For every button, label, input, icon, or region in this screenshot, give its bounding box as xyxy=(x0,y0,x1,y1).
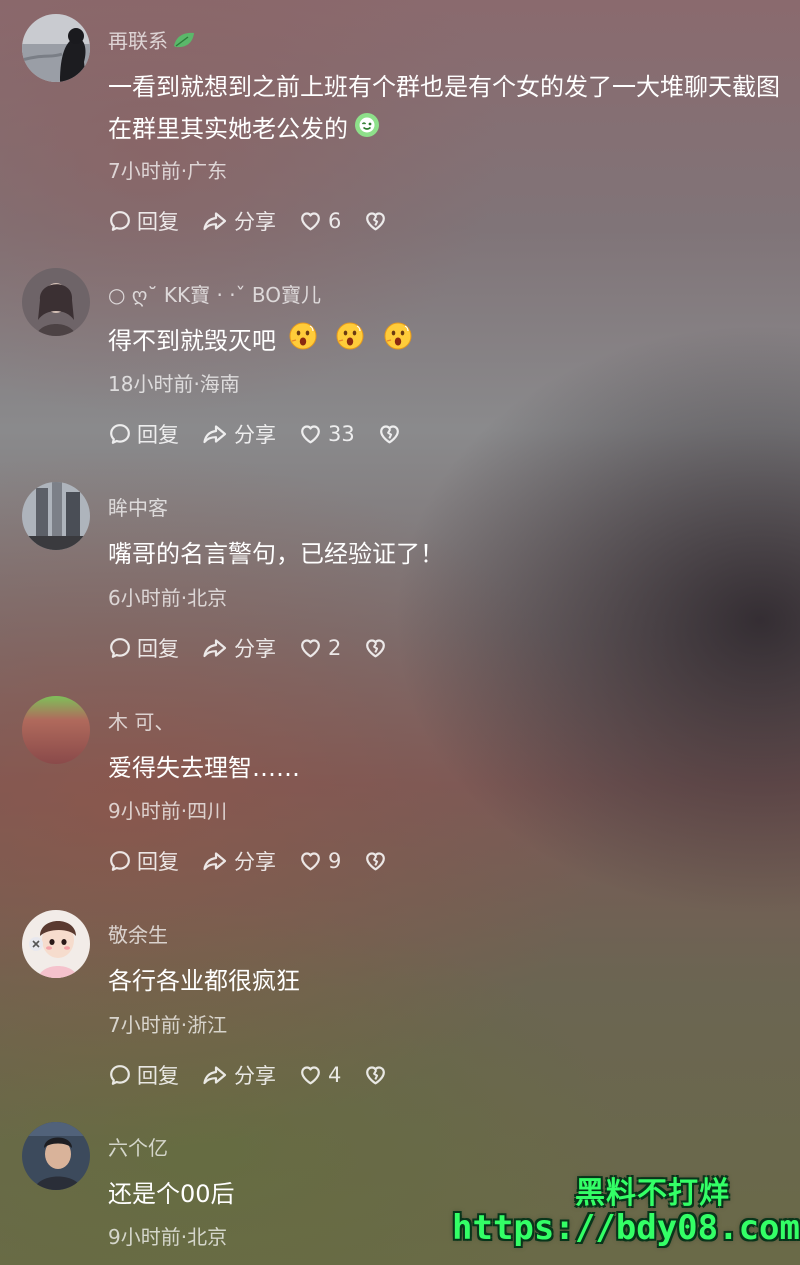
comment-bubble-icon xyxy=(108,636,132,660)
comment-meta: 6小时前·北京 xyxy=(108,586,228,610)
like-button[interactable]: 6 xyxy=(298,209,341,233)
comment-username[interactable]: 木 可、 xyxy=(108,706,174,735)
reply-button[interactable]: 回复 xyxy=(108,419,179,449)
surprised-emoji-icon xyxy=(288,321,318,364)
like-button[interactable]: 33 xyxy=(298,422,355,446)
like-count: 9 xyxy=(328,849,342,873)
share-button[interactable]: 分享 xyxy=(201,206,276,236)
surprised-emoji-icon xyxy=(335,321,365,364)
heart-icon xyxy=(298,636,323,660)
broken-heart-icon xyxy=(377,422,402,446)
like-count: 4 xyxy=(328,1063,342,1087)
comment-actions: 回复 分享 2 xyxy=(108,633,415,663)
heart-icon xyxy=(298,1063,323,1087)
comment-username[interactable]: ○ ღ˘ KK寶 · ·ˇ BO寶儿 xyxy=(108,279,321,308)
comment-meta: 9小时前·四川 xyxy=(108,799,228,823)
share-arrow-icon xyxy=(201,636,229,660)
broken-heart-icon xyxy=(363,1063,388,1087)
like-button[interactable]: 4 xyxy=(298,1063,341,1087)
share-button[interactable]: 分享 xyxy=(201,846,276,876)
avatar[interactable] xyxy=(22,482,90,550)
comment-meta: 7小时前·广东 xyxy=(108,159,228,183)
comment-bubble-icon xyxy=(108,849,132,873)
comment-actions: 回复 分享 4 xyxy=(108,1060,415,1090)
comment-text: 爱得失去理智…… xyxy=(108,754,300,782)
comment-text: 一看到就想到之前上班有个群也是有个女的发了一大堆聊天截图在群里其实她老公发的 xyxy=(108,66,788,151)
avatar[interactable] xyxy=(22,14,90,82)
comment-bubble-icon xyxy=(108,1063,132,1087)
watermark-title: 黑料不打烊 xyxy=(575,1176,730,1211)
share-arrow-icon xyxy=(201,209,229,233)
comment-username[interactable]: 眸中客 xyxy=(108,492,168,521)
like-button[interactable]: 9 xyxy=(298,849,341,873)
reply-button[interactable]: 回复 xyxy=(108,633,179,663)
share-button[interactable]: 分享 xyxy=(201,633,276,663)
surprised-emoji-icon xyxy=(383,321,413,364)
dislike-button[interactable] xyxy=(363,209,393,233)
comment-bubble-icon xyxy=(108,209,132,233)
like-count: 2 xyxy=(328,636,342,660)
like-count: 33 xyxy=(328,422,355,446)
comment-actions: 回复 分享 9 xyxy=(108,846,415,876)
share-arrow-icon xyxy=(201,422,229,446)
reply-button[interactable]: 回复 xyxy=(108,1060,179,1090)
leaf-icon xyxy=(172,30,196,55)
comment-meta: 18小时前·海南 xyxy=(108,372,240,396)
wink-emoji-icon xyxy=(354,109,380,151)
reply-button[interactable]: 回复 xyxy=(108,846,179,876)
comment-username[interactable]: 敬余生 xyxy=(108,919,168,948)
share-arrow-icon xyxy=(201,849,229,873)
comment-meta: 7小时前·浙江 xyxy=(108,1013,228,1037)
comment-username[interactable]: 再联系 xyxy=(108,25,196,55)
dislike-button[interactable] xyxy=(363,849,393,873)
comment-text: 得不到就毁灭吧 xyxy=(108,320,788,364)
avatar[interactable] xyxy=(22,910,90,978)
heart-icon xyxy=(298,209,323,233)
avatar[interactable] xyxy=(22,1122,90,1190)
share-button[interactable]: 分享 xyxy=(201,1060,276,1090)
dislike-button[interactable] xyxy=(363,1063,393,1087)
dislike-button[interactable] xyxy=(377,422,407,446)
comment-actions: 回复 分享 33 xyxy=(108,419,429,449)
comment-bubble-icon xyxy=(108,422,132,446)
comment-text: 各行各业都很疯狂 xyxy=(108,967,300,995)
like-button[interactable]: 2 xyxy=(298,636,341,660)
comment-actions: 回复 分享 6 xyxy=(108,206,415,236)
broken-heart-icon xyxy=(363,849,388,873)
watermark-url: https://bdy08.com xyxy=(452,1208,800,1248)
like-count: 6 xyxy=(328,209,342,233)
share-arrow-icon xyxy=(201,1063,229,1087)
reply-button[interactable]: 回复 xyxy=(108,206,179,236)
heart-icon xyxy=(298,849,323,873)
dislike-button[interactable] xyxy=(363,636,393,660)
comment-username[interactable]: 六个亿 xyxy=(108,1132,168,1161)
avatar[interactable] xyxy=(22,696,90,764)
heart-icon xyxy=(298,422,323,446)
comment-text: 嘴哥的名言警句，已经验证了！ xyxy=(108,540,444,568)
comment-meta: 9小时前·北京 xyxy=(108,1225,228,1249)
share-button[interactable]: 分享 xyxy=(201,419,276,449)
broken-heart-icon xyxy=(363,209,388,233)
avatar[interactable] xyxy=(22,268,90,336)
broken-heart-icon xyxy=(363,636,388,660)
